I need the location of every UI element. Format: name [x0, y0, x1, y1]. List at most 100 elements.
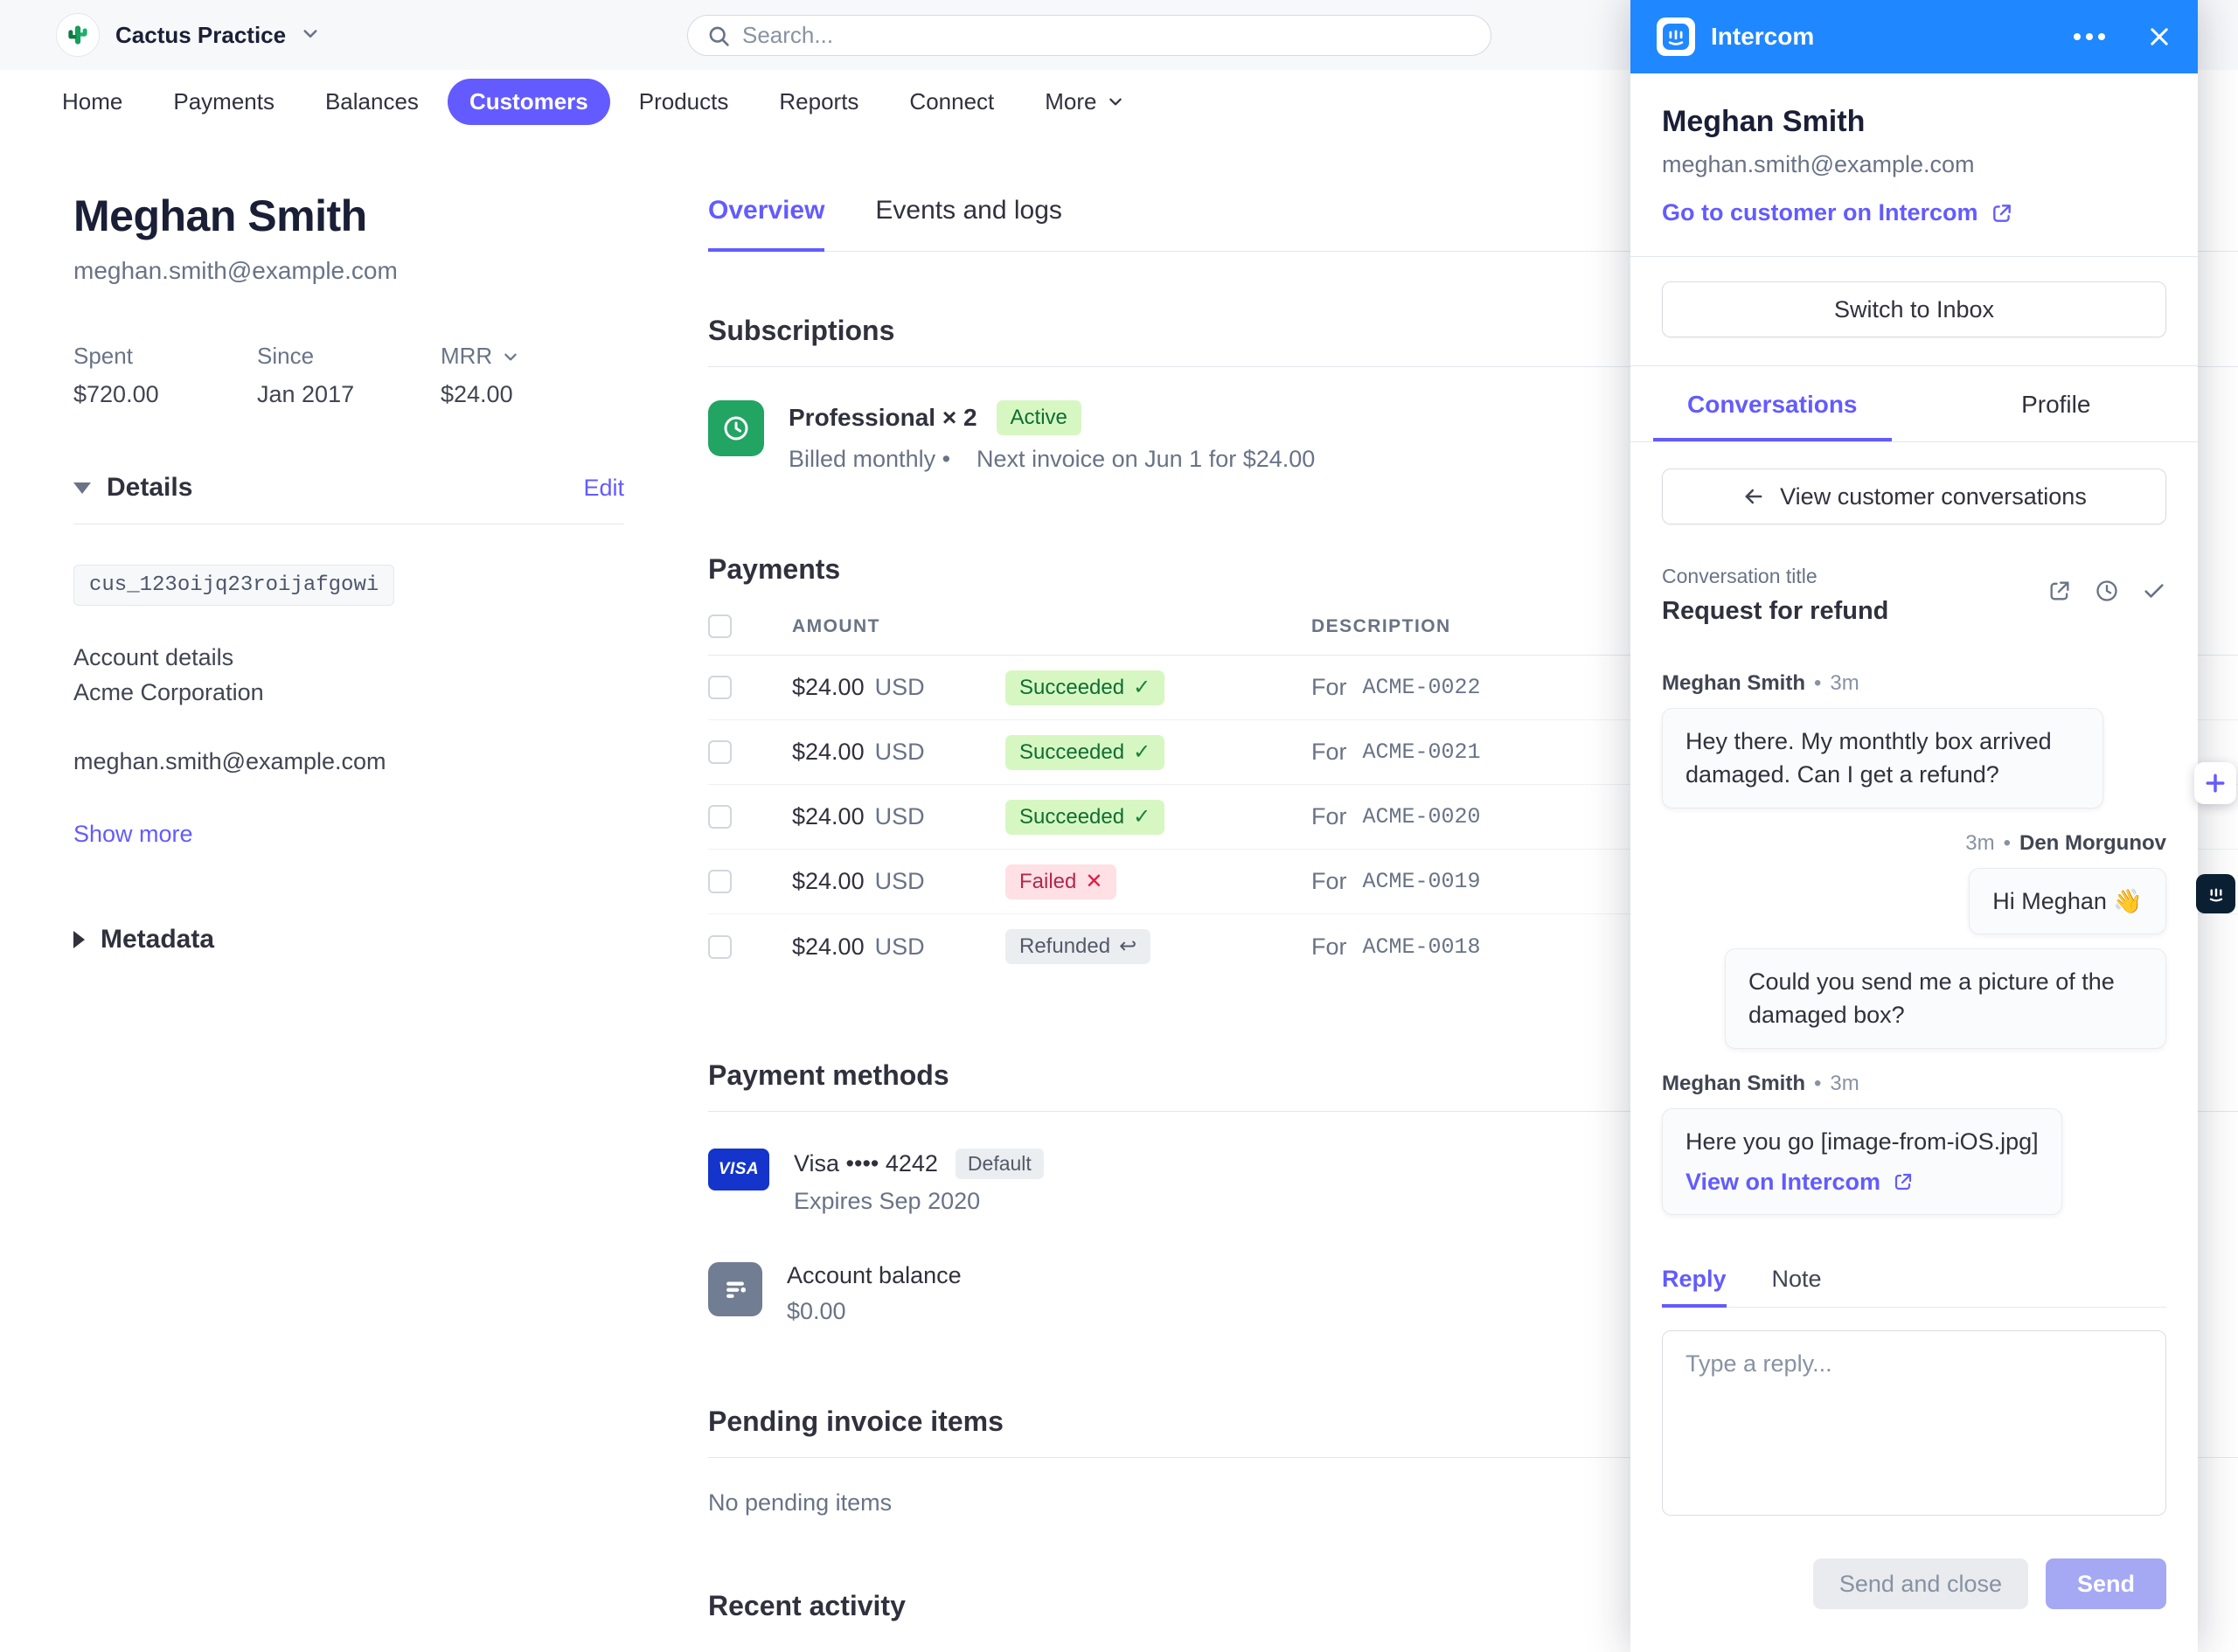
snooze-clock-icon[interactable]	[2095, 579, 2119, 603]
view-on-intercom-link[interactable]: View on Intercom	[1685, 1165, 2039, 1198]
view-conversations-button[interactable]: View customer conversations	[1662, 469, 2166, 524]
send-button[interactable]: Send	[2046, 1558, 2166, 1609]
currency: USD	[875, 803, 925, 830]
customer-id-chip[interactable]: cus_123oijq23roijafgowi	[73, 565, 394, 606]
customer-email: meghan.smith@example.com	[73, 257, 624, 285]
switch-to-inbox-wrap: Switch to Inbox	[1630, 257, 2198, 366]
chevron-down-icon[interactable]	[503, 349, 518, 364]
message-bubble: Hey there. My monthtly box arrived damag…	[1662, 708, 2103, 809]
details-header: Details Edit	[73, 473, 624, 524]
close-icon[interactable]	[2147, 24, 2172, 49]
amount: $24.00	[792, 934, 865, 961]
nav-item-payments[interactable]: Payments	[151, 79, 296, 125]
chevron-down-icon	[302, 24, 319, 46]
switch-to-inbox-button[interactable]: Switch to Inbox	[1662, 281, 2166, 337]
description-prefix: For	[1311, 868, 1347, 895]
tab-reply[interactable]: Reply	[1662, 1266, 1727, 1307]
select-all-checkbox[interactable]	[708, 614, 732, 638]
stat-value: $24.00	[441, 381, 624, 408]
nav-item-home[interactable]: Home	[40, 79, 144, 125]
visa-icon: VISA	[708, 1149, 769, 1190]
message-author: Meghan Smith	[1662, 1072, 1805, 1096]
description-prefix: For	[1311, 739, 1347, 766]
amount: $24.00	[792, 739, 865, 766]
message-text: Here you go [image-from-iOS.jpg]	[1685, 1125, 2039, 1158]
collapse-triangle-icon[interactable]	[73, 482, 91, 494]
currency: USD	[875, 739, 925, 766]
nav-item-reports[interactable]: Reports	[757, 79, 880, 125]
customer-stats: Spent $720.00 Since Jan 2017 MRR $24.00	[73, 343, 624, 408]
invoice-code: ACME-0022	[1363, 675, 1481, 700]
go-to-customer-link[interactable]: Go to customer on Intercom	[1662, 199, 2166, 226]
arrow-left-icon	[1741, 484, 1766, 509]
balance-value: $0.00	[787, 1298, 962, 1325]
edit-details-link[interactable]: Edit	[583, 475, 624, 502]
cross-icon: ✕	[1085, 869, 1102, 895]
reply-box	[1662, 1330, 2166, 1520]
org-switcher[interactable]: Cactus Practice	[56, 13, 319, 57]
details-email: meghan.smith@example.com	[73, 748, 624, 775]
search-input[interactable]	[742, 22, 1471, 49]
invoice-code: ACME-0018	[1363, 934, 1481, 960]
show-more-link[interactable]: Show more	[73, 821, 624, 848]
billing-cycle: Billed monthly •	[789, 446, 950, 473]
overflow-menu-icon[interactable]	[2067, 26, 2112, 47]
row-checkbox[interactable]	[708, 676, 732, 699]
intercom-logo-icon	[1657, 17, 1695, 56]
bullet-separator	[1814, 671, 1821, 696]
message-bubble: Could you send me a picture of the damag…	[1725, 948, 2166, 1049]
intercom-panel-header: Intercom	[1630, 0, 2198, 73]
nav-item-balances[interactable]: Balances	[303, 79, 441, 125]
status-badge: Active	[997, 400, 1081, 435]
balance-label: Account balance	[787, 1262, 962, 1289]
tab-events-and-logs[interactable]: Events and logs	[875, 196, 1061, 252]
tab-overview[interactable]: Overview	[708, 196, 824, 252]
card-expiry: Expires Sep 2020	[794, 1188, 1044, 1215]
details-title: Details	[107, 473, 192, 503]
reply-textarea[interactable]	[1662, 1330, 2166, 1516]
next-invoice: Next invoice on Jun 1 for $24.00	[977, 446, 1315, 473]
row-checkbox[interactable]	[708, 870, 732, 893]
status-badge: Succeeded✓	[1005, 670, 1164, 705]
external-link-icon	[1893, 1171, 1914, 1192]
expand-triangle-icon[interactable]	[73, 931, 85, 948]
stat-label: Since	[257, 343, 441, 370]
nav-item-connect[interactable]: Connect	[887, 79, 1016, 125]
global-search[interactable]	[687, 15, 1491, 56]
intercom-body: View customer conversations Conversation…	[1630, 442, 2198, 1652]
send-and-close-button[interactable]: Send and close	[1813, 1558, 2028, 1609]
stat-label: MRR	[441, 343, 492, 370]
default-badge: Default	[956, 1149, 1044, 1179]
tab-conversations[interactable]: Conversations	[1630, 366, 1915, 441]
nav-item-more[interactable]: More	[1023, 79, 1144, 125]
description-prefix: For	[1311, 674, 1347, 701]
tab-note[interactable]: Note	[1772, 1266, 1822, 1307]
stat-spent: Spent $720.00	[73, 343, 257, 408]
resolve-check-icon[interactable]	[2142, 579, 2166, 603]
status-badge: Refunded↩	[1005, 929, 1150, 964]
row-checkbox[interactable]	[708, 805, 732, 829]
currency: USD	[875, 934, 925, 961]
message-bubble: Hi Meghan 👋	[1969, 868, 2166, 934]
customer-summary-column: Meghan Smith meghan.smith@example.com Sp…	[73, 182, 624, 954]
message-time: 3m	[1830, 671, 1859, 696]
intercom-icon	[2205, 883, 2228, 906]
open-external-icon[interactable]	[2047, 579, 2072, 603]
intercom-panel: Intercom Meghan Smith meghan.smith@examp…	[1630, 0, 2198, 1652]
add-app-button[interactable]	[2194, 762, 2236, 804]
invoice-code: ACME-0019	[1363, 869, 1481, 894]
tab-profile[interactable]: Profile	[1915, 366, 2199, 441]
intercom-dock-button[interactable]	[2196, 874, 2235, 913]
row-checkbox[interactable]	[708, 935, 732, 959]
row-checkbox[interactable]	[708, 740, 732, 764]
page-title: Meghan Smith	[73, 191, 624, 241]
cactus-logo-icon	[56, 13, 100, 57]
refund-arrow-icon: ↩	[1119, 934, 1136, 960]
nav-item-customers[interactable]: Customers	[448, 79, 610, 125]
status-badge: Failed✕	[1005, 864, 1116, 899]
nav-item-products[interactable]: Products	[617, 79, 751, 125]
status-badge: Succeeded✓	[1005, 735, 1164, 770]
message-author: Meghan Smith	[1662, 671, 1805, 696]
message-group: Meghan Smith 3m Here you go [image-from-…	[1662, 1072, 2166, 1216]
check-icon: ✓	[1133, 804, 1150, 830]
